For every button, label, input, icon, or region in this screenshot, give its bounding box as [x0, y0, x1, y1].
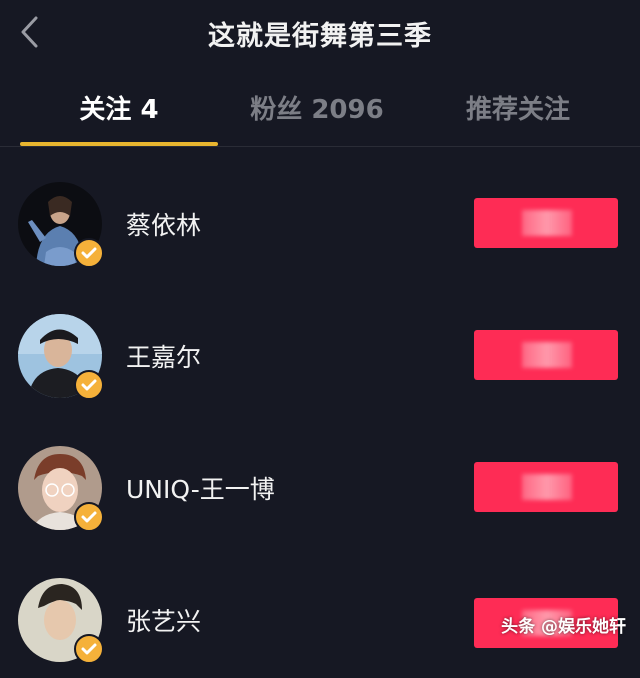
user-name[interactable]: 王嘉尔 — [126, 338, 201, 374]
checkmark-icon — [81, 247, 97, 259]
user-name[interactable]: UNIQ-王一博 — [126, 470, 275, 506]
watermark: 头条 @娱乐她轩 — [501, 617, 626, 637]
list-item[interactable]: 王嘉尔 — [0, 314, 640, 414]
verified-badge — [74, 634, 104, 664]
tab-divider — [0, 146, 640, 147]
checkmark-icon — [81, 511, 97, 523]
verified-badge — [74, 238, 104, 268]
user-name[interactable]: 蔡依林 — [126, 206, 201, 242]
verified-badge — [74, 502, 104, 532]
tab-recommended[interactable]: 推荐关注 — [416, 90, 620, 130]
tab-bar: 关注 4 粉丝 2096 推荐关注 — [0, 80, 640, 150]
follow-status-button[interactable] — [474, 330, 618, 380]
tab-following[interactable]: 关注 4 — [20, 90, 218, 130]
header-bar: 这就是街舞第三季 — [0, 0, 640, 70]
blurred-label — [522, 474, 572, 500]
blurred-label — [522, 342, 572, 368]
follow-status-button[interactable] — [474, 462, 618, 512]
tab-fans[interactable]: 粉丝 2096 — [218, 90, 416, 130]
checkmark-icon — [81, 379, 97, 391]
list-item[interactable]: 蔡依林 — [0, 182, 640, 282]
follow-status-button[interactable] — [474, 198, 618, 248]
page-title: 这就是街舞第三季 — [208, 21, 432, 52]
checkmark-icon — [81, 643, 97, 655]
verified-badge — [74, 370, 104, 400]
blurred-label — [522, 210, 572, 236]
user-name[interactable]: 张艺兴 — [126, 602, 201, 638]
list-item[interactable]: UNIQ-王一博 — [0, 446, 640, 546]
